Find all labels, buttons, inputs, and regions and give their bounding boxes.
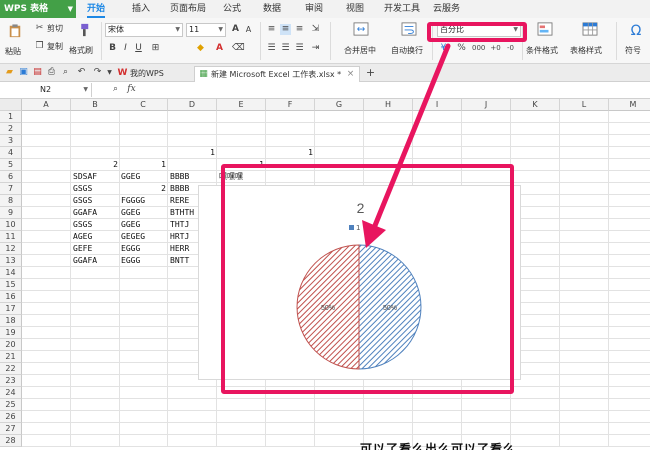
annotation-arrow xyxy=(362,43,451,248)
wps-spreadsheet-window: WPS 表格 ▼ 开始 插入 页面布局 公式 数据 审阅 视图 开发工具 云服务… xyxy=(0,0,650,450)
bottom-caption: 可以了看么出么可以了看么 xyxy=(360,442,517,450)
